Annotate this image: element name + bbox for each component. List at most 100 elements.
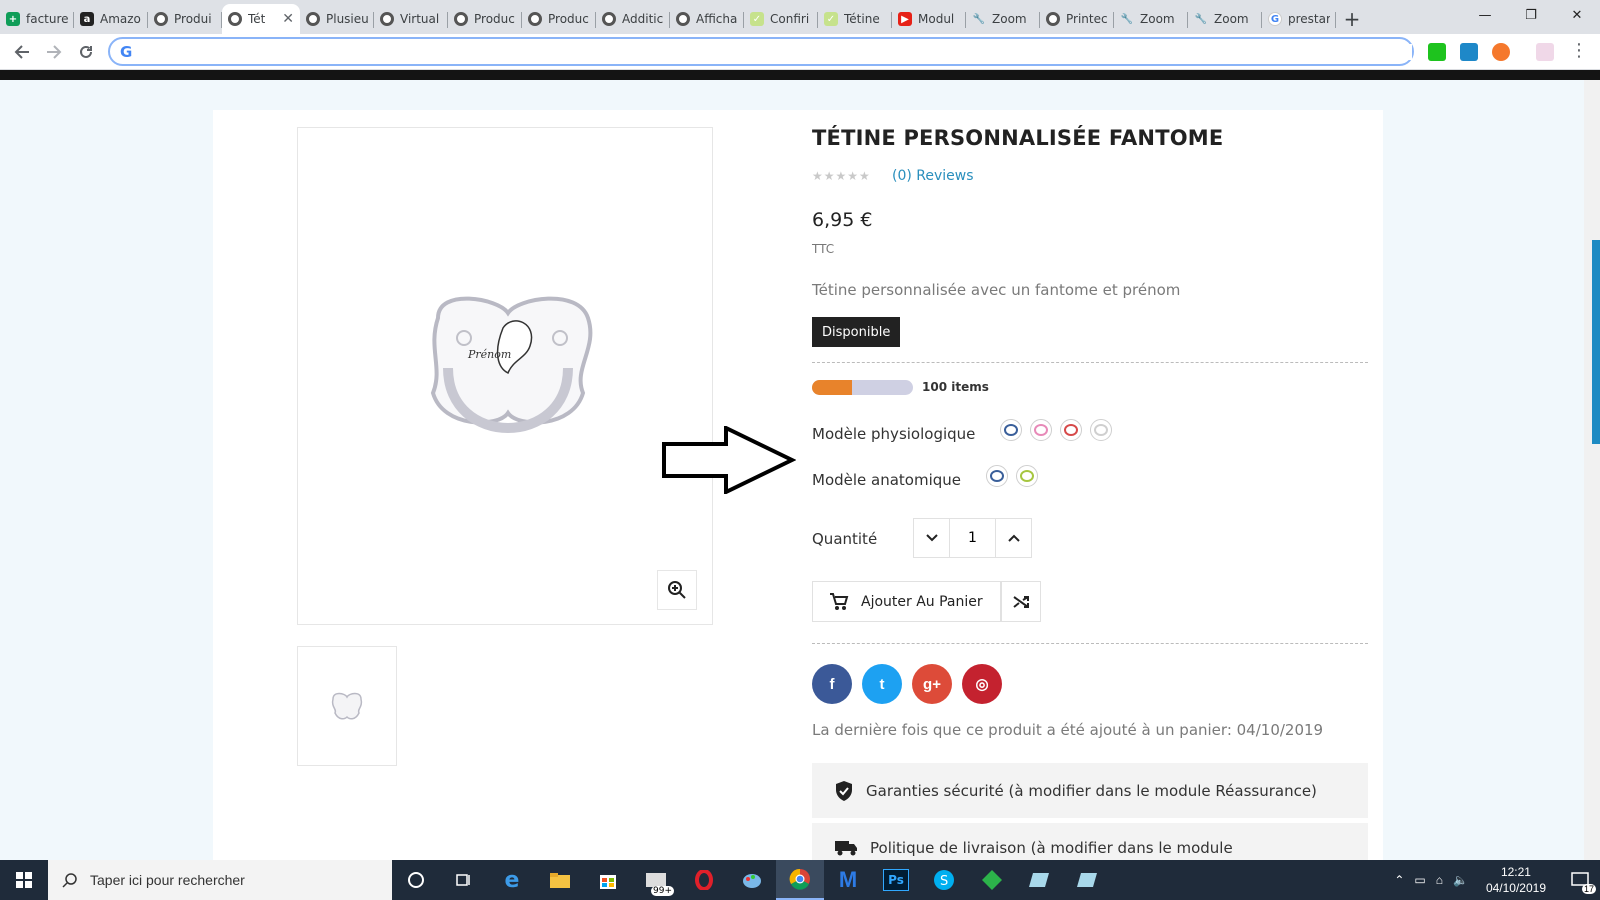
- app-glass-icon-2[interactable]: [1064, 860, 1112, 900]
- pacifier-swatch-icon: [1034, 424, 1048, 436]
- stock-progress-fill: [812, 380, 853, 395]
- add-to-cart-label: Ajouter Au Panier: [861, 593, 983, 610]
- instagram-icon: ◎: [975, 676, 989, 693]
- minimize-button[interactable]: —: [1462, 0, 1508, 30]
- cortana-icon[interactable]: [392, 860, 440, 900]
- tab[interactable]: ▶ Modul: [892, 4, 966, 34]
- facebook-share-button[interactable]: f: [812, 664, 852, 704]
- tab-close-icon[interactable]: ✕: [282, 11, 294, 27]
- tab[interactable]: + facture: [0, 4, 74, 34]
- edge-icon[interactable]: e: [488, 860, 536, 900]
- tab[interactable]: 🔧 Zoom: [1188, 4, 1262, 34]
- mail-icon[interactable]: 99+: [632, 860, 680, 900]
- tab-label: Plusieu: [326, 12, 368, 26]
- tab-label: Tét: [248, 12, 266, 26]
- variant-swatch[interactable]: [1090, 419, 1112, 441]
- tab-list: + facture a Amazo Produi Tét ✕ Plusieu Virtual Pr…: [0, 4, 1336, 34]
- tab[interactable]: Printec: [1040, 4, 1114, 34]
- rating-stars: ★★★★★: [812, 169, 871, 183]
- extension-green-icon[interactable]: [1428, 43, 1446, 61]
- skype-icon[interactable]: S: [920, 860, 968, 900]
- tab[interactable]: Produc: [522, 4, 596, 34]
- tab[interactable]: ✓ Confiri: [744, 4, 818, 34]
- zoom-button[interactable]: [657, 570, 697, 610]
- zoom-in-icon: [668, 581, 686, 599]
- forward-button[interactable]: [38, 36, 70, 68]
- tab[interactable]: Afficha: [670, 4, 744, 34]
- task-view-icon[interactable]: [440, 860, 488, 900]
- volume-icon[interactable]: 🔈: [1453, 873, 1468, 887]
- divider: [812, 643, 1368, 644]
- page-scrollbar[interactable]: [1584, 80, 1600, 860]
- close-window-button[interactable]: ✕: [1554, 0, 1600, 30]
- profile-avatar[interactable]: [1536, 43, 1554, 61]
- tab-label: Confiri: [770, 12, 810, 26]
- window-controls: — ❐ ✕: [1462, 0, 1600, 30]
- windows-logo-icon: [16, 872, 32, 888]
- stock-progress-bar: [812, 380, 913, 395]
- compare-button[interactable]: [1001, 581, 1041, 622]
- store-icon[interactable]: [584, 860, 632, 900]
- new-tab-button[interactable]: +: [1336, 4, 1368, 34]
- tab[interactable]: a Amazo: [74, 4, 148, 34]
- variant-swatch[interactable]: [986, 465, 1008, 487]
- chrome-icon[interactable]: [776, 860, 824, 900]
- network-icon[interactable]: ⌂: [1436, 873, 1443, 887]
- variant-swatch[interactable]: [1060, 419, 1082, 441]
- action-center-button[interactable]: 17: [1560, 860, 1600, 900]
- paint-icon[interactable]: [728, 860, 776, 900]
- tab[interactable]: 🔧 Zoom: [966, 4, 1040, 34]
- opera-icon[interactable]: [680, 860, 728, 900]
- malwarebytes-icon[interactable]: M: [824, 860, 872, 900]
- scrollbar-thumb[interactable]: [1592, 240, 1600, 444]
- tab-active[interactable]: Tét ✕: [222, 4, 300, 34]
- prestashop-icon: [454, 12, 468, 26]
- tab[interactable]: ✓ Tétine: [818, 4, 892, 34]
- pacifier-swatch-icon: [1020, 470, 1034, 482]
- tab[interactable]: Plusieu: [300, 4, 374, 34]
- pacifier-swatch-icon: [990, 470, 1004, 482]
- product-main-image[interactable]: Prénom: [297, 127, 713, 625]
- variant-swatch[interactable]: [1000, 419, 1022, 441]
- tab[interactable]: 🔧 Zoom: [1114, 4, 1188, 34]
- variant-swatch[interactable]: [1016, 465, 1038, 487]
- tab[interactable]: Gprestar: [1262, 4, 1336, 34]
- shield-check-icon: [836, 780, 852, 801]
- youtube-icon: ▶: [898, 12, 912, 26]
- tab[interactable]: Virtual: [374, 4, 448, 34]
- twitter-share-button[interactable]: t: [862, 664, 902, 704]
- variant-swatch[interactable]: [1030, 419, 1052, 441]
- prestashop-icon: [228, 12, 242, 26]
- tab-label: Tétine: [844, 12, 880, 26]
- app-glass-icon[interactable]: [1016, 860, 1064, 900]
- battery-icon[interactable]: ▭: [1414, 873, 1425, 887]
- extension-orange-icon[interactable]: [1492, 43, 1510, 61]
- green-app-icon[interactable]: [968, 860, 1016, 900]
- google-plus-share-button[interactable]: g+: [912, 664, 952, 704]
- reviews-link[interactable]: (0) Reviews: [892, 168, 974, 184]
- tab[interactable]: Additic: [596, 4, 670, 34]
- tab[interactable]: Produi: [148, 4, 222, 34]
- reload-button[interactable]: [70, 36, 102, 68]
- tab-label: facture: [26, 12, 68, 26]
- taskbar-clock[interactable]: 12:21 04/10/2019: [1486, 864, 1546, 896]
- menu-kebab-icon[interactable]: ⋮: [1570, 40, 1588, 61]
- quantity-decrease-button[interactable]: [914, 519, 949, 557]
- restore-button[interactable]: ❐: [1508, 0, 1554, 30]
- quantity-stepper: [913, 518, 1032, 558]
- address-bar[interactable]: G: [108, 37, 1414, 66]
- add-to-cart-button[interactable]: Ajouter Au Panier: [812, 581, 1001, 622]
- start-button[interactable]: [0, 860, 48, 900]
- quantity-increase-button[interactable]: [996, 519, 1031, 557]
- back-button[interactable]: [6, 36, 38, 68]
- address-input[interactable]: [138, 43, 1412, 60]
- quantity-input[interactable]: [949, 519, 996, 557]
- extension-s-icon[interactable]: [1460, 43, 1478, 61]
- instagram-share-button[interactable]: ◎: [962, 664, 1002, 704]
- photoshop-icon[interactable]: Ps: [872, 860, 920, 900]
- product-thumbnail[interactable]: [297, 646, 397, 766]
- taskbar-search-box[interactable]: Taper ici pour rechercher: [48, 860, 392, 900]
- tab[interactable]: Produc: [448, 4, 522, 34]
- file-explorer-icon[interactable]: [536, 860, 584, 900]
- tray-chevron-up-icon[interactable]: ⌃: [1394, 873, 1404, 887]
